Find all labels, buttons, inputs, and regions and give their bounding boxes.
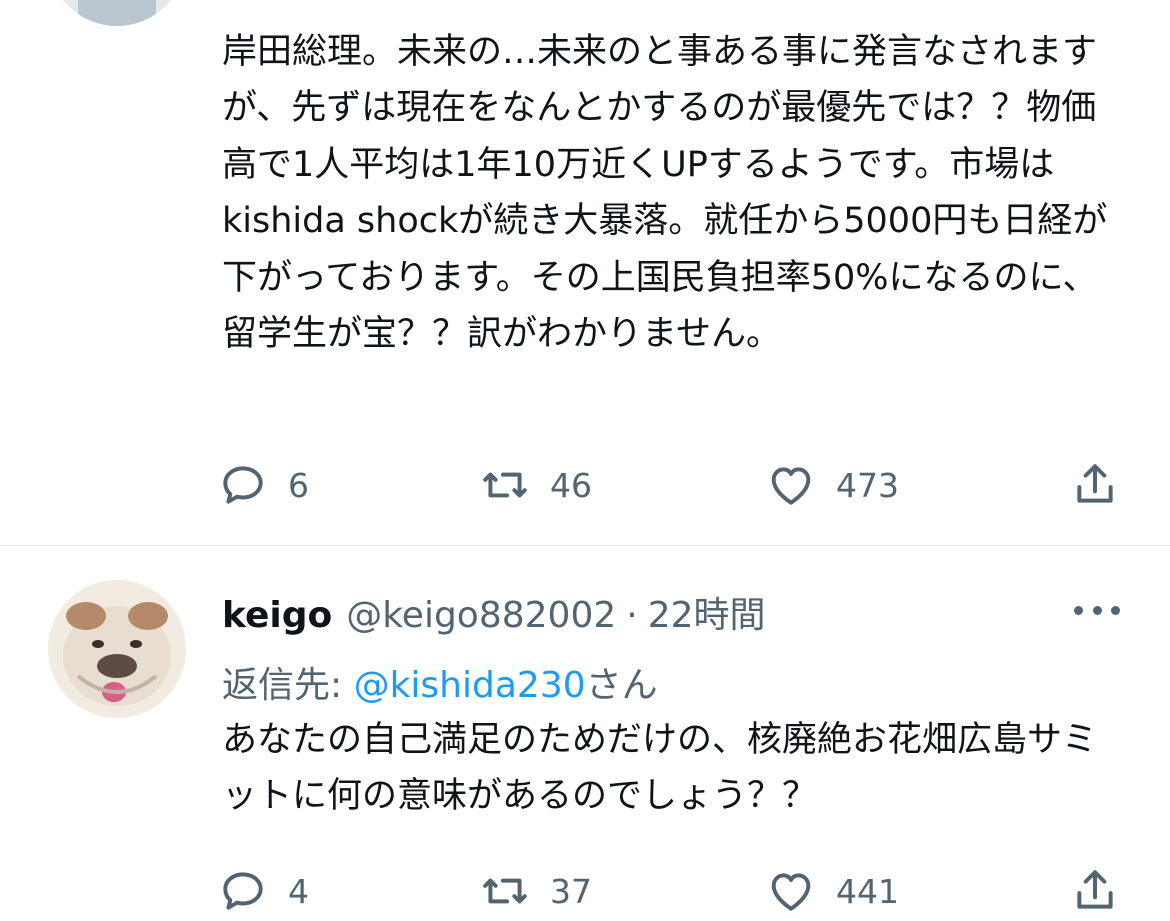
like-count: 441 — [836, 871, 899, 911]
handle[interactable]: @keigo882002 — [346, 595, 616, 636]
reply-button[interactable]: 4 — [218, 866, 309, 916]
tweet-actions: 4 37 441 — [0, 866, 1170, 916]
retweet-button[interactable]: 46 — [480, 460, 592, 510]
like-button[interactable]: 473 — [766, 460, 899, 510]
separator: · — [626, 595, 638, 636]
retweet-count: 46 — [550, 465, 592, 505]
heart-icon — [771, 467, 811, 505]
retweet-count: 37 — [550, 871, 592, 911]
reply-mention-link[interactable]: @kishida230 — [354, 665, 586, 706]
more-icon — [1111, 605, 1120, 615]
heart-icon — [771, 873, 811, 911]
reply-icon — [223, 466, 263, 504]
share-button[interactable] — [1070, 866, 1120, 916]
tweet[interactable]: 岸田総理。未来の…未来のと事ある事に発言なされますが、先ずは現在をなんとかするの… — [0, 0, 1170, 545]
more-icon — [1092, 605, 1102, 615]
reply-prefix: 返信先: — [222, 665, 354, 706]
tweet[interactable]: keigo @keigo882002 · 22時間 返信先: @kishida2… — [0, 546, 1170, 921]
share-button[interactable] — [1070, 460, 1120, 510]
retweet-icon — [483, 472, 527, 498]
timestamp[interactable]: 22時間 — [648, 586, 766, 638]
reply-count: 4 — [288, 871, 309, 911]
reply-to-line: 返信先: @kishida230さん — [222, 656, 658, 708]
reply-icon — [223, 872, 263, 910]
like-button[interactable]: 441 — [766, 866, 899, 916]
reply-count: 6 — [288, 465, 309, 505]
tweet-text: 岸田総理。未来の…未来のと事ある事に発言なされますが、先ずは現在をなんとかするの… — [222, 32, 1108, 355]
tweet-header: keigo @keigo882002 · 22時間 — [222, 586, 766, 636]
display-name[interactable]: keigo — [222, 595, 332, 636]
retweet-icon — [483, 878, 527, 904]
tweet-text: あなたの自己満足のためだけの、核廃絶お花畑広島サミットに何の意味があるのでしょう… — [222, 720, 1098, 817]
reply-button[interactable]: 6 — [218, 460, 309, 510]
avatar[interactable] — [48, 580, 186, 718]
avatar[interactable] — [48, 0, 186, 26]
retweet-button[interactable]: 37 — [480, 866, 592, 916]
more-icon — [1074, 605, 1083, 615]
more-button[interactable] — [1074, 600, 1120, 620]
tweet-actions: 6 46 473 — [0, 460, 1170, 510]
share-icon — [1077, 464, 1113, 503]
like-count: 473 — [836, 465, 899, 505]
reply-suffix: さん — [585, 665, 658, 706]
share-icon — [1077, 870, 1113, 909]
